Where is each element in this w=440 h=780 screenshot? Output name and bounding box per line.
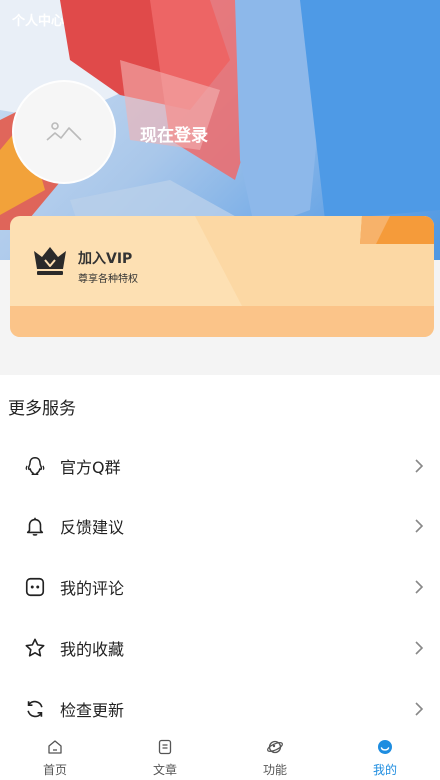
image-placeholder-icon: [46, 122, 82, 141]
vip-title: 加入VIP: [78, 251, 133, 267]
tab-articles[interactable]: 文章: [110, 730, 220, 780]
tab-label: 文章: [152, 763, 177, 777]
chevron-right-icon: [415, 519, 424, 533]
tab-home[interactable]: 首页: [0, 730, 110, 780]
tab-label: 功能: [262, 763, 287, 777]
article-icon: [158, 739, 172, 755]
tab-profile[interactable]: 我的: [330, 730, 440, 780]
refresh-icon: [27, 700, 43, 718]
bell-icon: [26, 517, 44, 536]
vip-subtitle: 尊享各种特权: [78, 274, 138, 285]
more-services: 更多服务 官方Q群 反馈建议 我的评论 我的收藏 检查更新: [0, 375, 440, 780]
service-item-feedback[interactable]: 反馈建议: [0, 496, 440, 556]
login-link[interactable]: 现在登录: [140, 121, 208, 146]
chevron-right-icon: [415, 580, 424, 594]
vip-card-stripe: [10, 306, 434, 337]
chevron-right-icon: [415, 702, 424, 716]
avatar[interactable]: [12, 80, 116, 184]
crown-icon: [34, 247, 66, 275]
chevron-right-icon: [415, 459, 424, 473]
section-title: 更多服务: [8, 399, 76, 419]
tab-label: 我的: [372, 763, 397, 777]
tab-label: 首页: [42, 763, 67, 777]
comment-icon: [25, 577, 45, 597]
service-item-label: 官方Q群: [60, 458, 121, 477]
service-item-label: 检查更新: [60, 701, 125, 720]
function-icon: [267, 740, 283, 754]
home-icon: [48, 740, 62, 754]
service-item-label: 反馈建议: [60, 518, 125, 537]
star-icon: [25, 638, 45, 657]
vip-card[interactable]: 加入VIP 尊享各种特权: [10, 216, 434, 337]
tab-functions[interactable]: 功能: [220, 730, 330, 780]
service-item-label: 我的收藏: [60, 640, 125, 659]
profile-icon: [378, 740, 392, 754]
service-item-my-favorites[interactable]: 我的收藏: [0, 618, 440, 678]
page-title: 个人中心: [12, 14, 65, 29]
qq-group-icon: [25, 457, 45, 475]
service-item-my-comments[interactable]: 我的评论: [0, 557, 440, 617]
bottom-tab-bar: 首页 文章 功能 我的: [0, 730, 440, 780]
service-item-label: 我的评论: [60, 579, 125, 598]
service-item-qq-group[interactable]: 官方Q群: [0, 436, 440, 496]
chevron-right-icon: [415, 641, 424, 655]
